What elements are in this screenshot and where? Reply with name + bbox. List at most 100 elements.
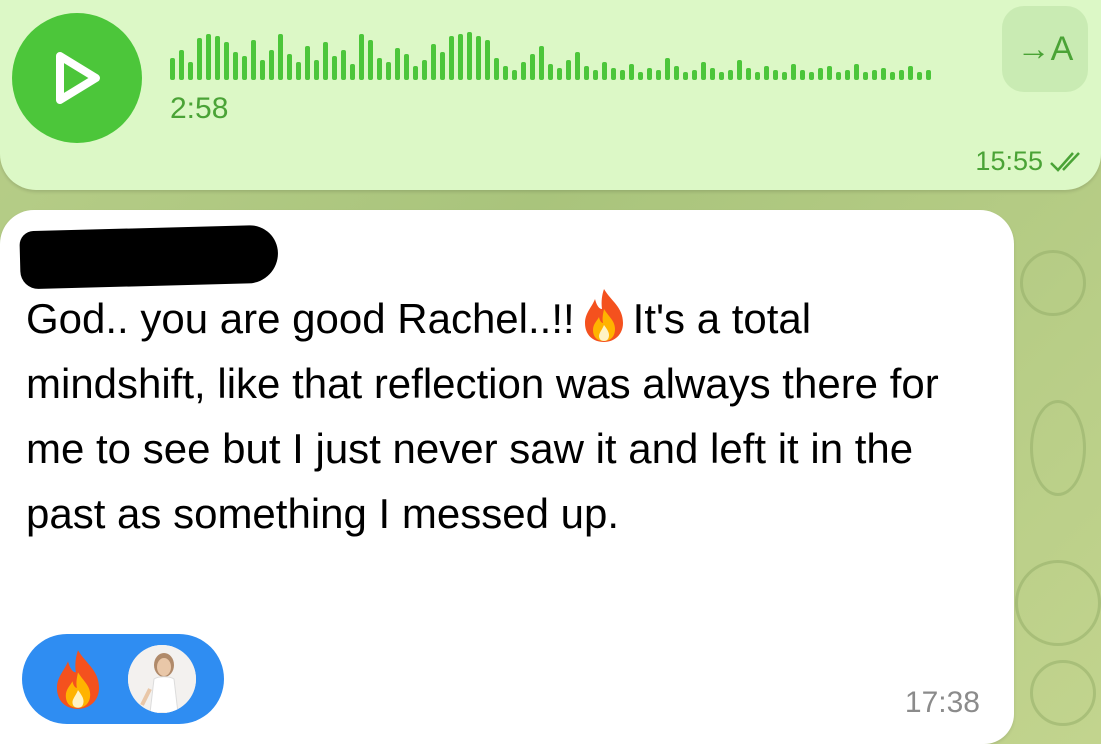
message-time: 15:55 — [975, 146, 1043, 176]
waveform-bar — [737, 60, 742, 80]
waveform-bar — [269, 50, 274, 80]
message-time: 17:38 — [904, 686, 980, 719]
waveform-bar — [242, 56, 247, 80]
waveform-bar — [278, 34, 283, 80]
waveform-bar — [179, 50, 184, 80]
waveform-bar — [512, 70, 517, 80]
sender-name-redacted — [19, 224, 279, 290]
waveform-bar — [674, 66, 679, 80]
wallpaper-doodle — [1020, 250, 1086, 316]
outgoing-voice-message[interactable]: 2:58 →A 15:55 — [0, 0, 1101, 190]
waveform-bar — [386, 62, 391, 80]
waveform-bar — [647, 68, 652, 80]
waveform-bar — [881, 68, 886, 80]
waveform-bar — [431, 44, 436, 80]
waveform-bar — [503, 66, 508, 80]
play-icon — [56, 52, 100, 104]
waveform-bar — [872, 70, 877, 80]
waveform-bar — [323, 42, 328, 80]
waveform-bar — [719, 72, 724, 80]
waveform-bar — [557, 68, 562, 80]
waveform-bar — [665, 58, 670, 80]
waveform-bar — [710, 68, 715, 80]
waveform-bar — [359, 34, 364, 80]
wallpaper-doodle — [1030, 400, 1086, 496]
waveform-bar — [296, 62, 301, 80]
waveform-bar — [728, 70, 733, 80]
waveform-bar — [890, 72, 895, 80]
waveform-bar — [539, 46, 544, 80]
waveform-bar — [215, 36, 220, 80]
message-text: God.. you are good Rachel..!! It's a tot… — [26, 286, 996, 546]
waveform-bar — [224, 42, 229, 80]
waveform-bar — [458, 34, 463, 80]
waveform-bar — [701, 62, 706, 80]
waveform-bar — [656, 70, 661, 80]
waveform-bar — [188, 62, 193, 80]
waveform-bar — [521, 62, 526, 80]
waveform-bar — [287, 54, 292, 80]
waveform-bar — [395, 48, 400, 80]
waveform-bar — [692, 70, 697, 80]
waveform-bar — [863, 72, 868, 80]
waveform-bar — [548, 64, 553, 80]
waveform-bar — [206, 34, 211, 80]
waveform-bar — [494, 58, 499, 80]
waveform-bar — [260, 60, 265, 80]
audio-waveform[interactable] — [170, 30, 970, 80]
waveform-bar — [413, 66, 418, 80]
waveform-bar — [440, 52, 445, 80]
reaction-pill[interactable] — [22, 634, 224, 724]
waveform-bar — [467, 32, 472, 80]
waveform-bar — [314, 60, 319, 80]
waveform-bar — [818, 68, 823, 80]
waveform-bar — [575, 52, 580, 80]
waveform-bar — [899, 70, 904, 80]
waveform-bar — [809, 72, 814, 80]
waveform-bar — [800, 70, 805, 80]
fire-emoji-icon — [584, 289, 623, 342]
waveform-bar — [350, 64, 355, 80]
waveform-bar — [629, 64, 634, 80]
waveform-bar — [593, 70, 598, 80]
message-meta: 15:55 — [975, 146, 1089, 177]
avatar-photo — [128, 645, 196, 713]
waveform-bar — [476, 36, 481, 80]
waveform-bar — [197, 38, 202, 80]
waveform-bar — [422, 60, 427, 80]
waveform-bar — [620, 70, 625, 80]
waveform-bar — [170, 58, 175, 80]
waveform-bar — [827, 66, 832, 80]
waveform-bar — [638, 72, 643, 80]
waveform-bar — [773, 70, 778, 80]
waveform-bar — [251, 40, 256, 80]
waveform-bar — [917, 72, 922, 80]
waveform-bar — [233, 52, 238, 80]
waveform-bar — [845, 70, 850, 80]
transcribe-button[interactable]: →A — [1002, 6, 1088, 92]
waveform-bar — [530, 54, 535, 80]
play-button[interactable] — [12, 13, 142, 143]
waveform-bar — [602, 62, 607, 80]
fire-reaction-icon — [56, 650, 100, 709]
incoming-text-message[interactable]: God.. you are good Rachel..!! It's a tot… — [0, 210, 1014, 744]
waveform-bar — [782, 72, 787, 80]
waveform-bar — [368, 40, 373, 80]
waveform-bar — [764, 66, 769, 80]
avatar[interactable] — [128, 645, 196, 713]
waveform-bar — [341, 50, 346, 80]
waveform-bar — [755, 72, 760, 80]
waveform-bar — [611, 68, 616, 80]
waveform-bar — [332, 56, 337, 80]
waveform-bar — [305, 46, 310, 80]
waveform-bar — [449, 36, 454, 80]
waveform-bar — [683, 72, 688, 80]
wallpaper-doodle — [1015, 560, 1101, 646]
double-check-icon — [1050, 151, 1080, 172]
waveform-bar — [404, 54, 409, 80]
waveform-bar — [566, 60, 571, 80]
wallpaper-doodle — [1030, 660, 1096, 726]
message-text-part: God.. you are good Rachel..!! — [26, 295, 575, 342]
waveform-bar — [377, 58, 382, 80]
waveform-bar — [854, 64, 859, 80]
